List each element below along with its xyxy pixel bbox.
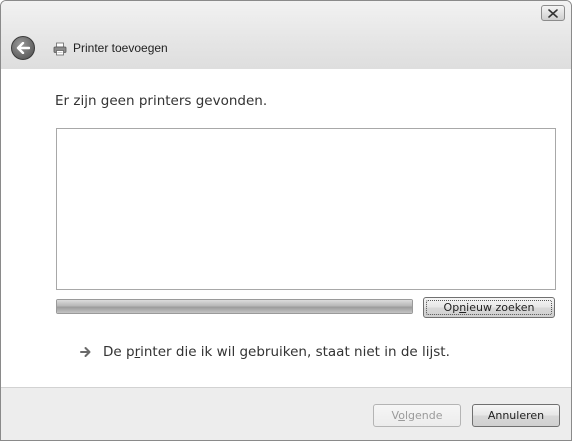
back-button[interactable] xyxy=(11,36,35,60)
cancel-button[interactable]: Annuleren xyxy=(472,404,560,427)
arrow-right-icon xyxy=(80,347,91,357)
printer-not-listed-text: De printer die ik wil gebruiken, staat n… xyxy=(103,344,450,360)
next-button-label: Volgende xyxy=(391,409,443,422)
window-title: Printer toevoegen xyxy=(73,41,168,55)
next-button[interactable]: Volgende xyxy=(373,404,461,427)
search-progress-bar xyxy=(56,299,413,314)
close-button[interactable] xyxy=(541,5,565,21)
close-icon xyxy=(548,8,558,18)
search-again-label: Opnieuw zoeken xyxy=(443,301,535,314)
back-arrow-icon xyxy=(16,42,30,54)
page-heading: Er zijn geen printers gevonden. xyxy=(55,93,268,109)
printer-icon xyxy=(53,42,67,56)
printer-not-listed-link[interactable]: De printer die ik wil gebruiken, staat n… xyxy=(79,344,450,360)
search-progress-fill xyxy=(57,300,412,313)
printer-list[interactable] xyxy=(56,128,556,290)
dialog-footer: Volgende Annuleren xyxy=(1,387,571,440)
search-again-button[interactable]: Opnieuw zoeken xyxy=(423,297,555,318)
title-bar: Printer toevoegen xyxy=(1,1,571,69)
main-content: Er zijn geen printers gevonden. Opnieuw … xyxy=(1,69,571,387)
add-printer-window: Printer toevoegen Er zijn geen printers … xyxy=(0,0,572,441)
